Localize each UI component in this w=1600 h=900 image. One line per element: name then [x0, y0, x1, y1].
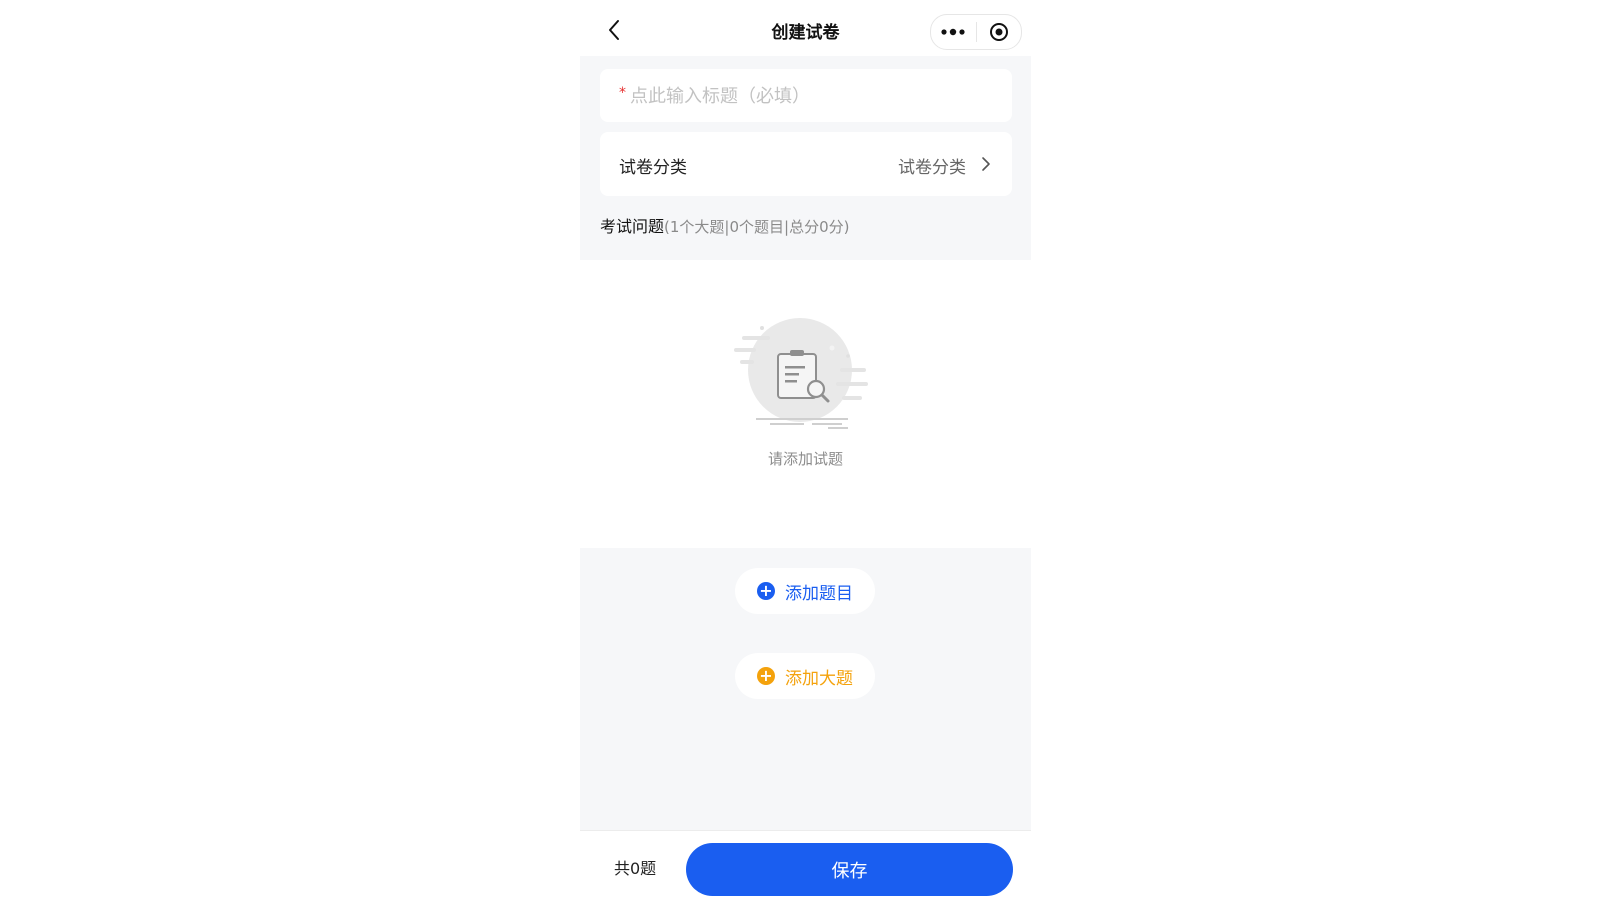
more-dots-icon: [941, 28, 965, 36]
close-miniprogram-button[interactable]: [977, 15, 1022, 49]
questions-label: 考试问题: [600, 217, 665, 236]
total-count: 共0题: [614, 859, 657, 878]
target-circle-icon: [989, 23, 1008, 41]
title-card: *: [600, 69, 1012, 122]
action-section: + 添加题目 + 添加大题: [580, 548, 1031, 830]
plus-circle-icon: +: [757, 582, 775, 600]
chevron-right-icon: [982, 157, 990, 171]
mini-program-screen: 创建试卷 * 试卷分类 试卷: [580, 0, 1031, 900]
add-section-button[interactable]: + 添加大题: [735, 653, 875, 699]
add-question-button[interactable]: + 添加题目: [735, 568, 875, 614]
plus-circle-icon: +: [757, 667, 775, 685]
empty-state-text: 请添加试题: [767, 450, 843, 468]
capsule-menu: [930, 14, 1022, 50]
required-mark: *: [619, 85, 626, 101]
questions-header: 考试问题(1个大题|0个题目|总分0分): [600, 213, 849, 237]
more-button[interactable]: [931, 15, 976, 49]
empty-state: 请添加试题: [580, 260, 1031, 548]
form-section: * 试卷分类 试卷分类 考试问题(1个大题|0个题目|总分0分): [580, 56, 1031, 260]
category-label: 试卷分类: [619, 158, 687, 178]
clipboard-search-icon: [734, 318, 868, 429]
title-input[interactable]: [628, 79, 992, 113]
add-section-label: 添加大题: [785, 668, 853, 689]
footer-bar: 共0题 保存: [580, 830, 1031, 900]
add-question-label: 添加题目: [785, 583, 853, 604]
nav-bar: 创建试卷: [580, 0, 1031, 56]
category-value: 试卷分类: [898, 158, 966, 178]
category-selector[interactable]: 试卷分类 试卷分类: [600, 132, 1012, 196]
save-button[interactable]: 保存: [686, 843, 1013, 896]
questions-stats: (1个大题|0个题目|总分0分): [664, 218, 850, 236]
